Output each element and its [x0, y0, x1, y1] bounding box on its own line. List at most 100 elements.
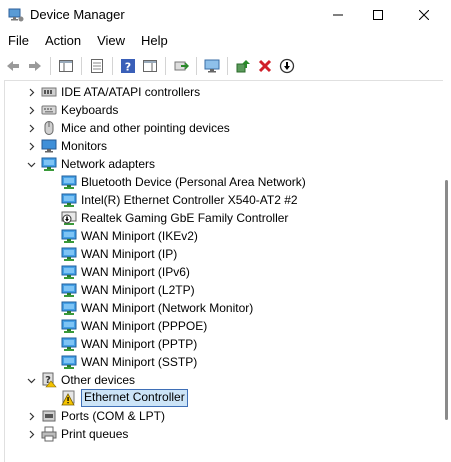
tree-device-label: Realtek Gaming GbE Family Controller [81, 211, 289, 225]
tree-category[interactable]: Ports (COM & LPT) [25, 407, 165, 425]
help-button[interactable]: ? [119, 57, 137, 75]
show-hide-tree-button[interactable] [57, 57, 75, 75]
tree-device-label: WAN Miniport (Network Monitor) [81, 301, 254, 315]
tree-category-label: Monitors [61, 139, 108, 153]
tree-device[interactable]: WAN Miniport (Network Monitor) [61, 299, 253, 317]
chevron-down-icon[interactable] [25, 155, 37, 173]
window-title: Device Manager [30, 7, 125, 22]
back-button[interactable] [4, 57, 22, 75]
chevron-right-icon[interactable] [25, 83, 37, 101]
tree-category-label: Mice and other pointing devices [61, 121, 230, 135]
tree-category-label: Keyboards [61, 103, 119, 117]
chevron-right-icon[interactable] [25, 137, 37, 155]
tree-category[interactable]: Keyboards [25, 101, 118, 119]
tree-category[interactable]: Monitors [25, 137, 107, 155]
tree-category[interactable]: IDE ATA/ATAPI controllers [25, 83, 200, 101]
device-manager-app-icon [8, 8, 24, 22]
tree-device[interactable]: Bluetooth Device (Personal Area Network) [61, 173, 306, 191]
menu-file[interactable]: File [0, 30, 37, 52]
uninstall-device-button[interactable] [256, 57, 274, 75]
display-button[interactable] [203, 57, 221, 75]
scan-hardware-button[interactable] [172, 57, 190, 75]
tree-category-label: IDE ATA/ATAPI controllers [61, 85, 201, 99]
tree-device-label: WAN Miniport (IKEv2) [81, 229, 198, 243]
network-adapter-icon [61, 282, 77, 298]
tree-category-label: Print queues [61, 427, 129, 441]
menu-view[interactable]: View [89, 30, 133, 52]
port-icon [41, 408, 57, 424]
disable-device-button[interactable] [278, 57, 296, 75]
tree-device[interactable]: Intel(R) Ethernet Controller X540-AT2 #2 [61, 191, 298, 209]
tree-device-selected-label: Ethernet Controller [81, 389, 188, 407]
tree-device[interactable]: WAN Miniport (IPv6) [61, 263, 190, 281]
other-devices-icon: ? [41, 372, 57, 388]
uninstall-x-icon [258, 59, 272, 73]
tree-device[interactable]: WAN Miniport (SSTP) [61, 353, 197, 371]
menu-bar: File Action View Help [0, 30, 451, 52]
chevron-right-icon[interactable] [25, 425, 37, 443]
back-arrow-icon [7, 61, 19, 71]
properties-button[interactable] [88, 57, 106, 75]
vertical-scrollbar[interactable] [443, 80, 451, 461]
tree-device[interactable]: WAN Miniport (IKEv2) [61, 227, 198, 245]
tree-device-label: WAN Miniport (IPv6) [81, 265, 190, 279]
chevron-down-icon[interactable] [25, 371, 37, 389]
toolbar-separator [50, 57, 51, 75]
tree-category-label: Ports (COM & LPT) [61, 409, 166, 423]
show-hide-tree-icon [59, 60, 73, 72]
tree-device-label: Intel(R) Ethernet Controller X540-AT2 #2 [81, 193, 298, 207]
tree-category-network-adapters-label: Network adapters [61, 157, 156, 171]
menu-action[interactable]: Action [37, 30, 89, 52]
tree-device[interactable]: WAN Miniport (PPTP) [61, 335, 197, 353]
action-pane-icon [143, 60, 157, 72]
action-pane-button[interactable] [141, 57, 159, 75]
network-adapter-icon [61, 318, 77, 334]
printer-icon [41, 426, 57, 442]
menu-help[interactable]: Help [133, 30, 176, 52]
maximize-icon [373, 10, 383, 20]
display-icon [204, 59, 220, 73]
tree-category-other-devices-label: Other devices [61, 373, 136, 387]
network-adapter-icon [61, 192, 77, 208]
title-bar: Device Manager [0, 0, 451, 30]
network-adapter-icon [61, 300, 77, 316]
tree-device[interactable]: WAN Miniport (L2TP) [61, 281, 195, 299]
disable-device-icon [279, 58, 295, 74]
tree-category-other-devices[interactable]: ? Other devices [25, 371, 135, 389]
tree-device-label: WAN Miniport (PPTP) [81, 337, 198, 351]
forward-arrow-icon [29, 61, 41, 71]
chevron-right-icon[interactable] [25, 101, 37, 119]
network-adapter-icon [61, 228, 77, 244]
tree-device[interactable]: Realtek Gaming GbE Family Controller [61, 209, 288, 227]
scrollbar-thumb[interactable] [445, 180, 448, 420]
warning-device-icon [61, 390, 77, 406]
network-adapter-icon [41, 156, 57, 172]
tree-device-label: WAN Miniport (IP) [81, 247, 178, 261]
network-adapter-icon [61, 354, 77, 370]
close-icon [419, 10, 429, 20]
tree-device-label: WAN Miniport (PPPOE) [81, 319, 208, 333]
network-adapter-icon [61, 174, 77, 190]
tree-device[interactable]: WAN Miniport (PPPOE) [61, 317, 207, 335]
properties-icon [91, 59, 103, 73]
update-driver-button[interactable] [234, 57, 252, 75]
scan-hardware-icon [174, 61, 189, 71]
chevron-right-icon[interactable] [25, 119, 37, 137]
network-adapter-icon [61, 336, 77, 352]
close-button[interactable] [401, 0, 447, 30]
forward-button[interactable] [26, 57, 44, 75]
chevron-right-icon[interactable] [25, 407, 37, 425]
device-tree[interactable]: IDE ATA/ATAPI controllers Keyboards Mice a… [4, 80, 443, 462]
minimize-icon [333, 14, 343, 16]
maximize-button[interactable] [355, 0, 401, 30]
tree-device-selected[interactable]: Ethernet Controller [61, 389, 188, 407]
toolbar-separator [165, 57, 166, 75]
network-adapter-icon [61, 246, 77, 262]
tree-category-network-adapters[interactable]: Network adapters [25, 155, 155, 173]
toolbar-separator [112, 57, 113, 75]
tree-category[interactable]: Print queues [25, 425, 128, 443]
tree-device-label: Bluetooth Device (Personal Area Network) [81, 175, 306, 189]
tree-category[interactable]: Mice and other pointing devices [25, 119, 230, 137]
tree-device[interactable]: WAN Miniport (IP) [61, 245, 177, 263]
keyboard-icon [41, 102, 57, 118]
